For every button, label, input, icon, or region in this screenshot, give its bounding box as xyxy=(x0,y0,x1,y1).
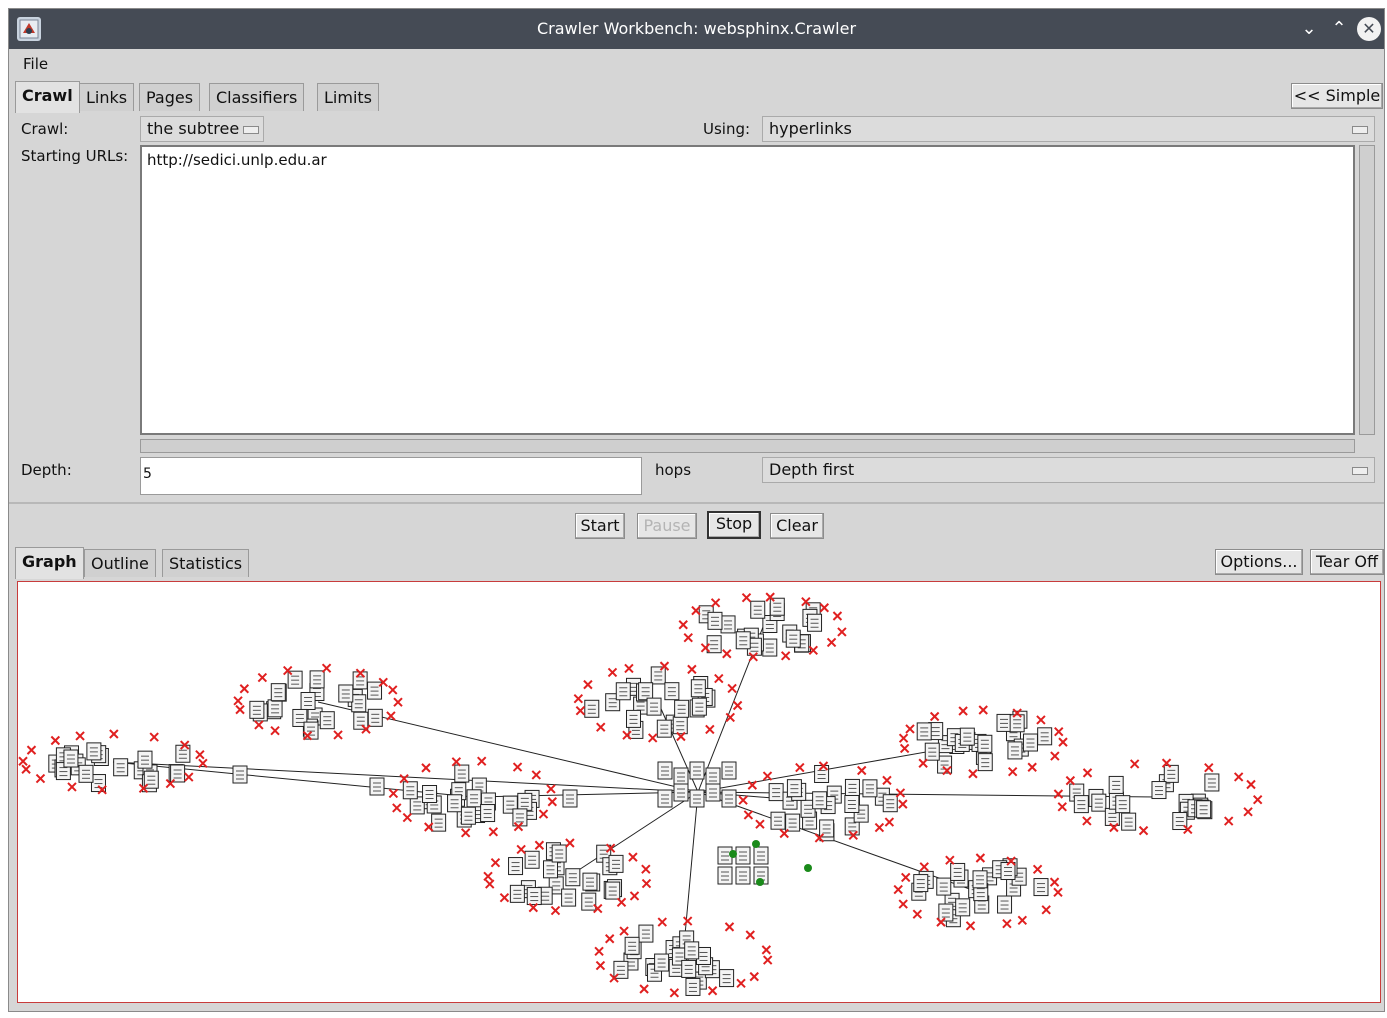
cluster-center-right[interactable] xyxy=(738,761,908,843)
link-edge xyxy=(567,791,699,878)
starting-urls-label: Starting URLs: xyxy=(21,147,129,165)
config-tab-bar: Crawl Links Pages Classifiers Limits << … xyxy=(9,79,1384,113)
cluster-right-upper[interactable] xyxy=(898,705,1068,779)
tab-pages[interactable]: Pages xyxy=(139,83,201,111)
tab-statistics[interactable]: Statistics xyxy=(162,549,250,577)
crawl-graph-panel[interactable] xyxy=(17,581,1381,1003)
crawl-label: Crawl: xyxy=(21,120,69,138)
tab-limits[interactable]: Limits xyxy=(317,83,379,111)
stop-button[interactable]: Stop xyxy=(707,511,761,539)
crawl-scope-select[interactable]: the subtree xyxy=(140,116,264,142)
close-icon[interactable]: ✕ xyxy=(1357,17,1381,41)
tab-classifiers[interactable]: Classifiers xyxy=(209,83,305,111)
link-type-select[interactable]: hyperlinks xyxy=(762,116,1375,142)
link-type-value: hyperlinks xyxy=(769,119,852,138)
dropdown-icon xyxy=(1352,126,1368,134)
window-title: Crawler Workbench: websphinx.Crawler xyxy=(536,19,857,38)
tab-graph[interactable]: Graph xyxy=(15,547,84,579)
cluster-lower-center[interactable] xyxy=(483,838,652,916)
dropdown-icon xyxy=(243,126,259,134)
cluster-upper-center[interactable] xyxy=(573,661,743,743)
dropdown-icon xyxy=(1352,467,1368,475)
menu-bar: File xyxy=(9,49,1384,77)
cluster-right-far[interactable] xyxy=(1053,758,1263,836)
cluster-center-left[interactable] xyxy=(388,756,558,838)
search-order-select[interactable]: Depth first xyxy=(762,457,1375,483)
urls-horizontal-scrollbar[interactable] xyxy=(140,439,1355,453)
start-button[interactable]: Start xyxy=(575,513,625,539)
depth-label: Depth: xyxy=(21,461,72,479)
cluster-top[interactable] xyxy=(678,592,847,662)
hops-label: hops xyxy=(655,461,692,479)
tab-links[interactable]: Links xyxy=(79,83,135,111)
search-order-value: Depth first xyxy=(769,460,855,479)
tear-off-button[interactable]: Tear Off xyxy=(1310,549,1384,575)
title-bar: Crawler Workbench: websphinx.Crawler ⌄ ⌃… xyxy=(9,9,1384,49)
crawler-workbench-window: Crawler Workbench: websphinx.Crawler ⌄ ⌃… xyxy=(8,8,1385,1012)
cluster-pending[interactable] xyxy=(717,840,812,886)
using-label: Using: xyxy=(703,120,751,138)
urls-vertical-scrollbar[interactable] xyxy=(1359,145,1375,435)
clear-button[interactable]: Clear xyxy=(770,513,824,539)
cluster-left-far[interactable] xyxy=(18,729,208,795)
view-tab-bar: Graph Outline Statistics Options... Tear… xyxy=(9,545,1384,579)
tab-outline[interactable]: Outline xyxy=(84,549,156,577)
depth-input[interactable]: 5 xyxy=(140,457,642,495)
cluster-bottom[interactable] xyxy=(594,916,773,998)
minimize-icon[interactable]: ⌄ xyxy=(1297,17,1321,41)
crawl-scope-value: the subtree xyxy=(147,119,240,138)
cluster-lower-right[interactable] xyxy=(893,853,1063,931)
starting-urls-textarea[interactable]: http://sedici.unlp.edu.ar xyxy=(140,145,1355,435)
simple-button[interactable]: << Simple xyxy=(1291,83,1383,109)
menu-file[interactable]: File xyxy=(23,55,48,73)
pause-button[interactable]: Pause xyxy=(637,513,697,539)
tab-crawl[interactable]: Crawl xyxy=(15,81,80,113)
crawl-graph[interactable] xyxy=(18,582,1381,1003)
options-button[interactable]: Options... xyxy=(1215,549,1303,575)
section-divider xyxy=(9,502,1384,504)
cluster-root[interactable] xyxy=(657,761,737,808)
maximize-icon[interactable]: ⌃ xyxy=(1327,17,1351,41)
